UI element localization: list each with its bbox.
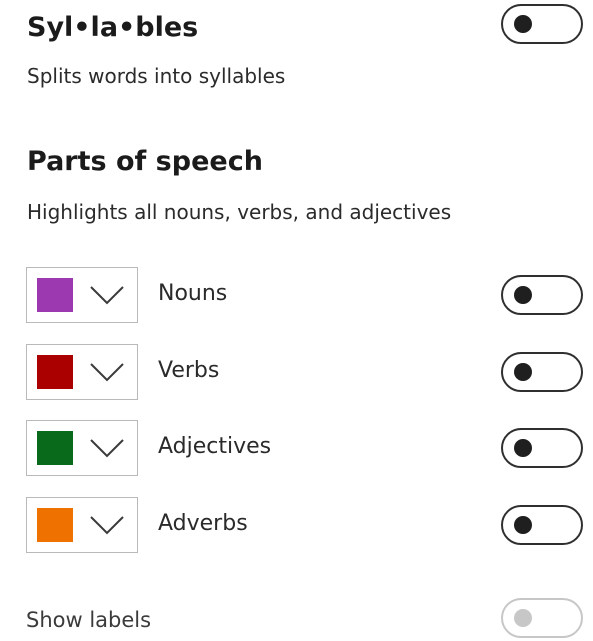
adverbs-color-picker[interactable]: [26, 497, 138, 553]
toggle-knob: [514, 286, 532, 304]
verbs-toggle[interactable]: [501, 352, 583, 392]
adverbs-label: Adverbs: [158, 511, 248, 536]
adverbs-toggle[interactable]: [501, 505, 583, 545]
chevron-down-icon: [90, 363, 124, 382]
adjectives-color-picker[interactable]: [26, 420, 138, 476]
adverbs-color-swatch: [37, 508, 73, 542]
chevron-down-icon: [90, 286, 124, 305]
parts-of-speech-description: Highlights all nouns, verbs, and adjecti…: [27, 200, 452, 224]
nouns-color-picker[interactable]: [26, 267, 138, 323]
toggle-knob: [514, 516, 532, 534]
show-labels-label: Show labels: [26, 608, 152, 632]
verbs-color-swatch: [37, 355, 73, 389]
adjectives-toggle[interactable]: [501, 428, 583, 468]
parts-of-speech-title: Parts of speech: [27, 146, 263, 177]
toggle-knob: [514, 609, 532, 627]
nouns-toggle[interactable]: [501, 275, 583, 315]
toggle-knob: [514, 15, 532, 33]
syllables-title: Syl•la•bles: [27, 12, 199, 43]
adjectives-label: Adjectives: [158, 434, 272, 459]
verbs-label: Verbs: [158, 358, 220, 383]
nouns-label: Nouns: [158, 281, 228, 306]
toggle-knob: [514, 363, 532, 381]
show-labels-toggle[interactable]: [501, 598, 583, 638]
adjectives-color-swatch: [37, 431, 73, 465]
nouns-color-swatch: [37, 278, 73, 312]
chevron-down-icon: [90, 439, 124, 458]
verbs-color-picker[interactable]: [26, 344, 138, 400]
syllables-toggle[interactable]: [501, 4, 583, 44]
toggle-knob: [514, 439, 532, 457]
chevron-down-icon: [90, 516, 124, 535]
syllables-description: Splits words into syllables: [27, 64, 286, 88]
